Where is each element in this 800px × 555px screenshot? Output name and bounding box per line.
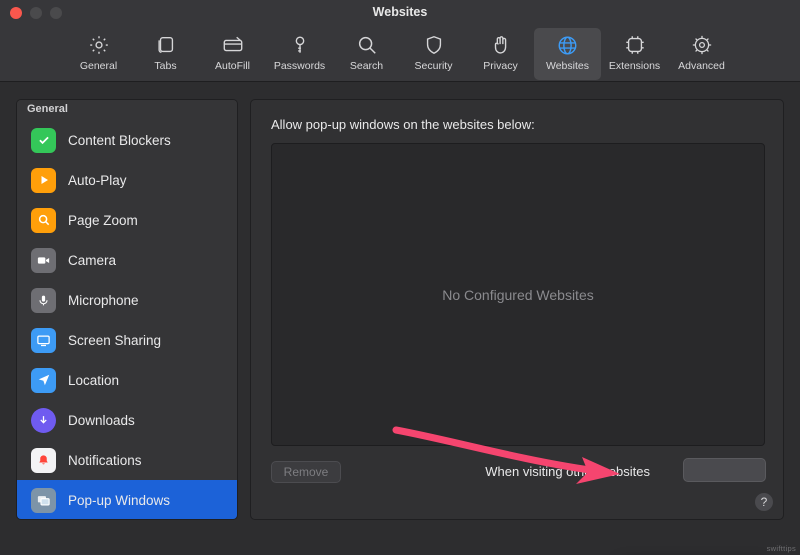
sidebar-label-camera: Camera [68, 252, 117, 268]
sidebar-label-microphone: Microphone [68, 292, 139, 308]
toolbar-item-general[interactable]: General [65, 28, 132, 80]
search-icon [354, 32, 380, 58]
auto-play-icon [31, 167, 56, 193]
toolbar-label-websites: Websites [546, 60, 589, 72]
popup-windows-panel: Allow pop-up windows on the websites bel… [250, 99, 784, 520]
sidebar-label-location: Location [68, 372, 120, 388]
tabs-icon [153, 32, 179, 58]
sidebar-item-page-zoom[interactable]: Page Zoom [17, 200, 237, 240]
sidebar-label-notifications: Notifications [68, 452, 142, 468]
screen-sharing-icon [31, 327, 56, 353]
sidebar-item-notifications[interactable]: Notifications [17, 440, 237, 480]
sidebar-item-popup-windows[interactable]: Pop-up Windows [17, 480, 237, 519]
toolbar-item-tabs[interactable]: Tabs [132, 28, 199, 80]
toolbar-label-autofill: AutoFill [214, 60, 250, 72]
toolbar-item-privacy[interactable]: Privacy [467, 28, 534, 80]
preferences-content: General Content Blockers Auto-Play Page … [0, 82, 800, 555]
toolbar-label-privacy: Privacy [483, 60, 518, 72]
window-titlebar: Websites [0, 0, 800, 26]
sidebar-item-downloads[interactable]: Downloads [17, 400, 237, 440]
sidebar-item-screen-sharing[interactable]: Screen Sharing [17, 320, 237, 360]
downloads-icon [31, 407, 56, 433]
empty-list-message: No Configured Websites [442, 286, 594, 303]
gear-icon [86, 32, 112, 58]
toolbar-item-passwords[interactable]: Passwords [266, 28, 333, 80]
microphone-icon [31, 287, 56, 313]
toolbar-item-extensions[interactable]: Extensions [601, 28, 668, 80]
settings-sidebar: General Content Blockers Auto-Play Page … [16, 99, 238, 520]
sidebar-label-content-blockers: Content Blockers [68, 132, 171, 148]
sidebar-item-auto-play[interactable]: Auto-Play [17, 160, 237, 200]
toolbar-label-security: Security [414, 60, 453, 72]
toolbar-label-search: Search [349, 60, 384, 72]
location-icon [31, 367, 56, 393]
globe-icon [555, 32, 581, 58]
hand-icon [488, 32, 514, 58]
toolbar-item-search[interactable]: Search [333, 28, 400, 80]
preferences-toolbar: General Tabs AutoFill Passwords Search S… [0, 26, 800, 82]
help-button[interactable]: ? [755, 493, 773, 511]
camera-icon [31, 247, 56, 273]
sidebar-label-page-zoom: Page Zoom [68, 212, 138, 228]
advanced-icon [689, 32, 715, 58]
extensions-icon [622, 32, 648, 58]
page-zoom-icon [31, 207, 56, 233]
sidebar-label-screen-sharing: Screen Sharing [68, 332, 162, 348]
sidebar-label-popup-windows: Pop-up Windows [68, 492, 171, 508]
window-title: Websites [372, 5, 428, 19]
toolbar-label-tabs: Tabs [154, 60, 177, 72]
toolbar-label-extensions: Extensions [608, 60, 661, 72]
sidebar-label-auto-play: Auto-Play [68, 172, 127, 188]
toolbar-label-general: General [79, 60, 118, 72]
key-icon [287, 32, 313, 58]
panel-title: Allow pop-up windows on the websites bel… [271, 117, 535, 132]
content-blockers-icon [31, 127, 56, 153]
sidebar-item-camera[interactable]: Camera [17, 240, 237, 280]
toolbar-label-advanced: Advanced [678, 60, 725, 72]
toolbar-item-websites[interactable]: Websites [534, 28, 601, 80]
shield-icon [421, 32, 447, 58]
sidebar-label-downloads: Downloads [68, 412, 135, 428]
autofill-icon [220, 32, 246, 58]
sidebar-header: General [17, 100, 237, 120]
when-visiting-select[interactable] [683, 458, 766, 482]
sidebar-item-microphone[interactable]: Microphone [17, 280, 237, 320]
preferences-window: Websites General Tabs AutoFill Passwords… [0, 0, 800, 555]
when-visiting-label: When visiting other websites [485, 464, 650, 479]
configured-websites-list[interactable]: No Configured Websites [271, 143, 765, 446]
notifications-icon [31, 447, 56, 473]
toolbar-label-passwords: Passwords [273, 60, 326, 72]
popup-windows-icon [31, 487, 56, 513]
toolbar-item-advanced[interactable]: Advanced [668, 28, 735, 80]
watermark: swifttips [766, 544, 796, 553]
toolbar-item-security[interactable]: Security [400, 28, 467, 80]
remove-button[interactable]: Remove [271, 461, 341, 483]
sidebar-item-location[interactable]: Location [17, 360, 237, 400]
toolbar-item-autofill[interactable]: AutoFill [199, 28, 266, 80]
sidebar-item-content-blockers[interactable]: Content Blockers [17, 120, 237, 160]
